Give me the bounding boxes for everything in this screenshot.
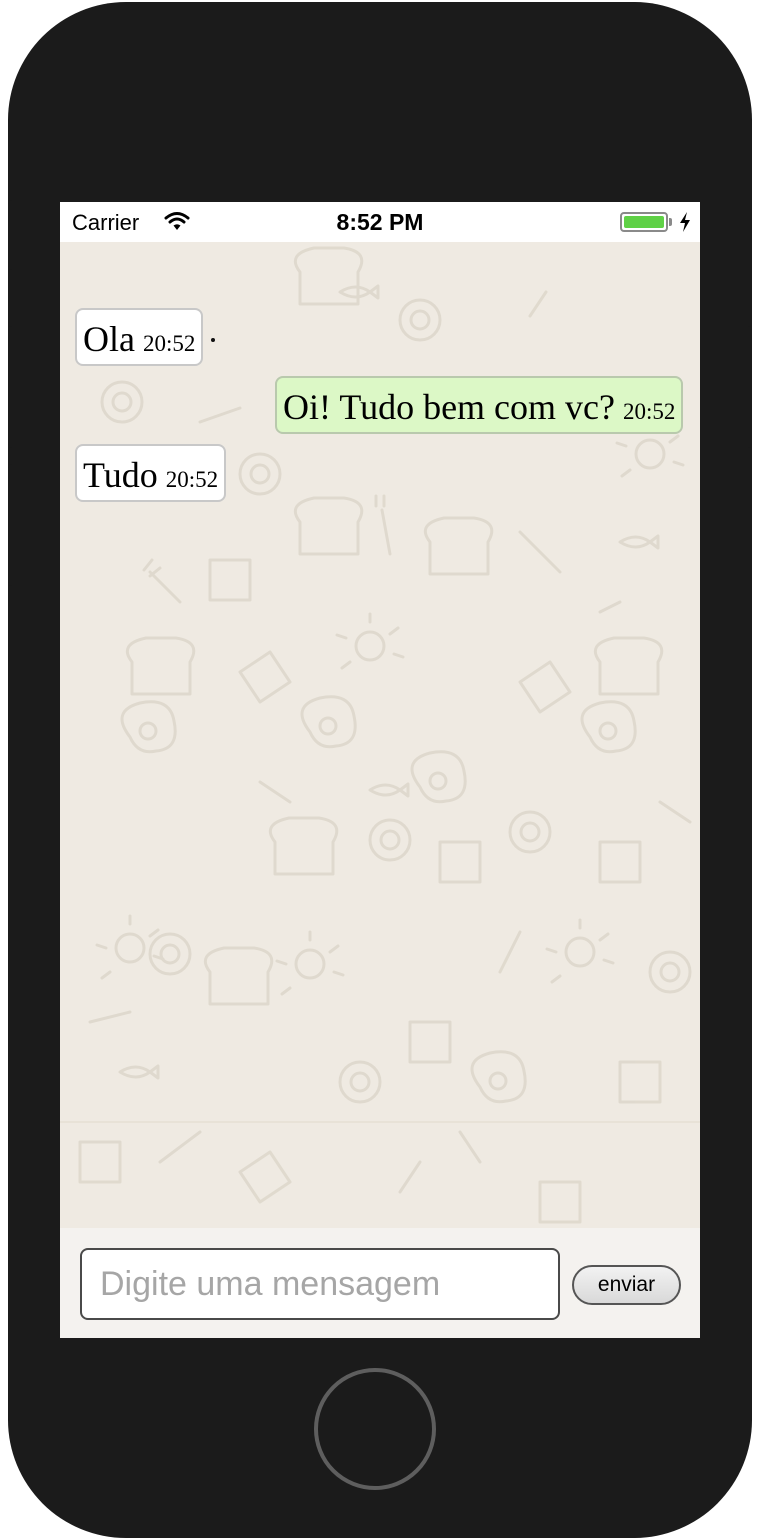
- message-timestamp: 20:52: [142, 331, 196, 356]
- silent-switch: [8, 200, 18, 270]
- message-text: Tudo: [83, 455, 158, 495]
- power-button: [742, 326, 752, 448]
- message-timestamp: 20:52: [622, 399, 676, 424]
- battery-cap: [669, 218, 672, 226]
- composer-bar: enviar: [60, 1228, 700, 1338]
- message-input[interactable]: [80, 1248, 560, 1320]
- battery-level: [624, 216, 664, 228]
- message-bubble-sent[interactable]: Oi! Tudo bem com vc? 20:52: [275, 376, 684, 434]
- cursor-dot: [211, 338, 215, 342]
- message-bubble-received[interactable]: Ola 20:52: [75, 308, 204, 366]
- status-clock: 8:52 PM: [336, 209, 424, 235]
- message-bubble-received[interactable]: Tudo 20:52: [75, 444, 227, 502]
- battery-icon: [620, 212, 668, 232]
- volume-up-button: [8, 326, 18, 448]
- charging-bolt-icon: [680, 212, 690, 232]
- send-button[interactable]: enviar: [572, 1265, 681, 1305]
- message-timestamp: 20:52: [165, 467, 219, 492]
- chat-area[interactable]: Ola 20:52 Oi! Tudo bem com vc? 20:52 Tudo 2…: [60, 242, 700, 1228]
- message-text: Oi! Tudo bem com vc?: [283, 387, 615, 427]
- app-screen: Carrier 8:52 PM Ola 20:52 Oi! Tudo bem c…: [60, 202, 700, 1338]
- volume-down-button: [8, 464, 18, 586]
- message-text: Ola: [83, 319, 135, 359]
- home-button[interactable]: [314, 1368, 436, 1490]
- status-bar: Carrier 8:52 PM: [60, 202, 700, 242]
